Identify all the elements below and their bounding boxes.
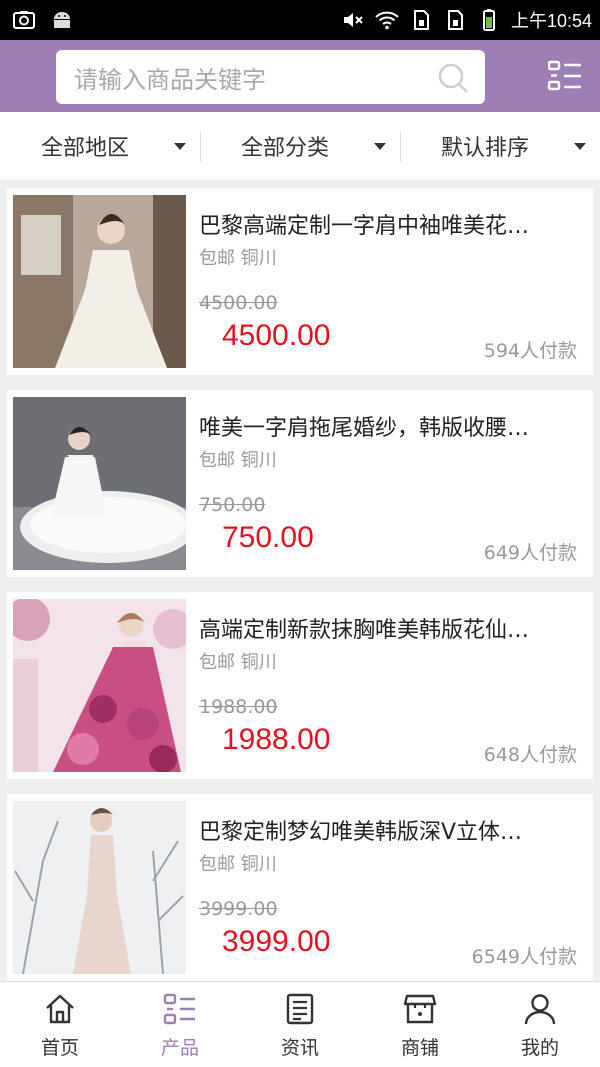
filter-category[interactable]: 全部分类 [200,112,400,180]
filter-sort[interactable]: 默认排序 [400,112,600,180]
nav-label: 资讯 [280,1037,319,1059]
sale-price: 750.00 [222,521,314,554]
bottom-nav: 首页 产品 资讯 商铺 我的 [0,981,600,1067]
product-card[interactable]: 巴黎高端定制一字肩中袖唯美花… 包邮 铜川 4500.00 4500.00 59… [7,188,593,375]
caret-down-icon [374,143,386,150]
original-price: 4500.00 [199,292,278,314]
location-label: 铜川 [240,248,277,269]
search-placeholder: 请输入商品关键字 [74,65,266,94]
shipping-label: 包邮 [199,854,235,875]
filter-label: 默认排序 [440,136,529,161]
sale-price: 3999.00 [222,925,331,958]
product-card[interactable]: 高端定制新款抹胸唯美韩版花仙… 包邮 铜川 1988.00 1988.00 64… [7,592,593,779]
product-meta: 包邮 铜川 [199,850,277,876]
nav-home[interactable]: 首页 [0,982,120,1067]
caret-down-icon [174,143,186,150]
product-title: 唯美一字肩拖尾婚纱，韩版收腰… [199,416,530,441]
header: 请输入商品关键字 [0,40,600,112]
battery-icon [482,9,495,31]
products-icon [163,993,195,1025]
nav-label: 我的 [520,1037,559,1059]
status-time: 上午10:54 [510,11,592,31]
filter-bar: 全部地区 全部分类 默认排序 [0,112,600,180]
user-icon [524,994,556,1025]
product-title: 高端定制新款抹胸唯美韩版花仙… [199,618,530,643]
location-label: 铜川 [240,854,277,875]
shipping-label: 包邮 [199,248,235,269]
product-image[interactable] [13,599,186,772]
product-title: 巴黎高端定制一字肩中袖唯美花… [199,214,530,239]
sale-price: 1988.00 [222,723,331,756]
original-price: 1988.00 [199,696,278,718]
shipping-label: 包邮 [199,450,235,471]
sim-icon [447,10,463,30]
sale-price: 4500.00 [222,319,331,352]
product-meta: 包邮 铜川 [199,244,277,270]
caret-down-icon [574,143,586,150]
store-icon [403,994,437,1024]
mute-icon [343,13,363,27]
nav-label: 产品 [160,1037,199,1059]
product-meta: 包邮 铜川 [199,446,277,472]
product-card[interactable]: 巴黎定制梦幻唯美韩版深V立体… 包邮 铜川 3999.00 3999.00 65… [7,794,593,981]
wifi-icon [375,11,399,30]
filter-region[interactable]: 全部地区 [0,112,200,180]
nav-store[interactable]: 商铺 [360,982,480,1067]
news-icon [286,993,314,1025]
nav-label: 首页 [40,1037,79,1059]
nav-products[interactable]: 产品 [120,982,240,1067]
nav-news[interactable]: 资讯 [240,982,360,1067]
home-icon [46,994,74,1024]
shipping-label: 包邮 [199,652,235,673]
sales-count: 648人付款 [483,744,577,766]
location-label: 铜川 [240,652,277,673]
product-card[interactable]: 唯美一字肩拖尾婚纱，韩版收腰… 包邮 铜川 750.00 750.00 649人… [7,390,593,577]
search-icon[interactable] [437,62,469,94]
product-image[interactable] [13,195,186,368]
android-icon [54,12,70,28]
sales-count: 594人付款 [483,340,577,362]
product-title: 巴黎定制梦幻唯美韩版深V立体… [199,820,523,845]
filter-label: 全部地区 [40,136,129,161]
filter-label: 全部分类 [240,136,329,161]
category-menu-icon[interactable] [548,60,582,92]
sim-icon [413,10,429,30]
original-price: 750.00 [199,494,266,516]
product-meta: 包邮 铜川 [199,648,277,674]
sales-count: 6549人付款 [471,946,577,968]
nav-label: 商铺 [400,1037,439,1059]
location-label: 铜川 [240,450,277,471]
original-price: 3999.00 [199,898,278,920]
search-input[interactable]: 请输入商品关键字 [56,50,485,104]
status-bar: 上午10:54 [0,0,600,40]
screenshot-icon [13,11,35,29]
nav-profile[interactable]: 我的 [480,982,600,1067]
product-image[interactable] [13,397,186,570]
sales-count: 649人付款 [483,542,577,564]
product-image[interactable] [13,801,186,974]
